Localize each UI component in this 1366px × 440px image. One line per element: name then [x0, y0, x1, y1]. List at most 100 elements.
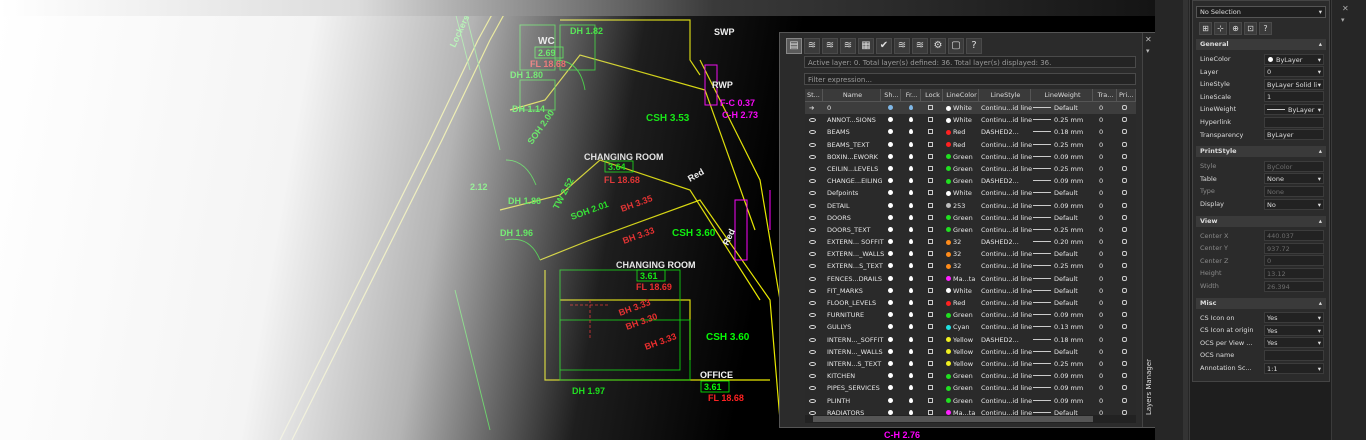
- layer-freeze-toggle[interactable]: [901, 248, 921, 260]
- selection-dropdown[interactable]: No Selection ▾: [1196, 6, 1326, 18]
- layer-print-toggle[interactable]: [1117, 248, 1136, 260]
- layer-status[interactable]: [805, 407, 823, 415]
- layer-row[interactable]: CHANGE...EILING Green DASHED2... 0.09 mm 0: [805, 175, 1136, 187]
- toggle-pickadd-icon[interactable]: ⊕: [1229, 22, 1242, 35]
- layer-status[interactable]: [805, 346, 823, 358]
- layer-name[interactable]: INTERN..._SOFFIT: [823, 334, 885, 346]
- layer-color[interactable]: Green: [943, 309, 979, 321]
- layer-name[interactable]: Defpoints: [823, 187, 885, 199]
- layer-lock-toggle[interactable]: [921, 358, 943, 370]
- layer-lineweight[interactable]: 0.25 mm: [1031, 358, 1093, 370]
- layer-linestyle[interactable]: DASHED2...: [979, 236, 1033, 248]
- layers-manager-icon[interactable]: ▤: [786, 38, 802, 54]
- layer-linestyle[interactable]: Continu...id line: [979, 273, 1033, 285]
- layer-name[interactable]: FLOOR_LEVELS: [823, 297, 885, 309]
- layer-lock-toggle[interactable]: [921, 346, 943, 358]
- layer-on-toggle[interactable]: [881, 382, 901, 394]
- property-value[interactable]: ByLayer ▾: [1264, 103, 1324, 115]
- layer-print-toggle[interactable]: [1117, 139, 1136, 151]
- property-value[interactable]: ByLayer: [1264, 129, 1324, 141]
- layer-lock-toggle[interactable]: [921, 102, 943, 114]
- layer-status[interactable]: ➔: [805, 102, 823, 114]
- layer-status[interactable]: [805, 273, 823, 285]
- layer-status[interactable]: [805, 175, 823, 187]
- layer-print-toggle[interactable]: [1117, 212, 1136, 224]
- layer-name[interactable]: FURNITURE: [823, 309, 885, 321]
- layer-freeze-toggle[interactable]: [901, 309, 921, 321]
- select-similar-icon[interactable]: ⊡: [1244, 22, 1257, 35]
- layer-name[interactable]: PLINTH: [823, 395, 885, 407]
- set-current-icon[interactable]: ✔: [876, 38, 892, 54]
- layer-linestyle[interactable]: Continu...id line: [979, 212, 1033, 224]
- layer-row[interactable]: EXTERN... SOFFIT 32 DASHED2... 0.20 mm 0: [805, 236, 1136, 248]
- layer-lineweight[interactable]: 0.13 mm: [1031, 321, 1093, 333]
- section-general[interactable]: General ▴: [1196, 39, 1326, 50]
- layer-lineweight[interactable]: Default: [1031, 102, 1093, 114]
- layer-lock-toggle[interactable]: [921, 200, 943, 212]
- layer-on-toggle[interactable]: [881, 285, 901, 297]
- layer-color[interactable]: Green: [943, 224, 979, 236]
- layer-linestyle[interactable]: Continu...id line: [979, 163, 1033, 175]
- layer-row[interactable]: KITCHEN Green Continu...id line 0.09 mm 0: [805, 370, 1136, 382]
- layer-status[interactable]: [805, 297, 823, 309]
- layer-status[interactable]: [805, 370, 823, 382]
- layer-color[interactable]: Green: [943, 151, 979, 163]
- layer-freeze-toggle[interactable]: [901, 297, 921, 309]
- select-objects-icon[interactable]: ⊞: [1199, 22, 1212, 35]
- layer-print-toggle[interactable]: [1117, 224, 1136, 236]
- layer-status[interactable]: [805, 114, 823, 126]
- layer-color[interactable]: Ma...ta: [943, 407, 979, 415]
- layer-freeze-toggle[interactable]: [901, 407, 921, 415]
- layer-name[interactable]: BEAMS_TEXT: [823, 139, 885, 151]
- layer-row[interactable]: INTERN...S_TEXT Yellow Continu...id line 0.…: [805, 358, 1136, 370]
- layer-linestyle[interactable]: Continu...id line: [979, 407, 1033, 415]
- layer-color[interactable]: 32: [943, 236, 979, 248]
- layer-name[interactable]: DOORS_TEXT: [823, 224, 885, 236]
- section-misc[interactable]: Misc ▴: [1196, 297, 1326, 309]
- layer-lock-toggle[interactable]: [921, 175, 943, 187]
- layer-status[interactable]: [805, 285, 823, 297]
- layer-on-toggle[interactable]: [881, 407, 901, 415]
- layer-linestyle[interactable]: Continu...id line: [979, 285, 1033, 297]
- layer-freeze-toggle[interactable]: [901, 285, 921, 297]
- layer-row[interactable]: DETAIL 253 Continu...id line 0.09 mm 0: [805, 200, 1136, 212]
- layer-color[interactable]: Green: [943, 212, 979, 224]
- layer-linestyle[interactable]: Continu...id line: [979, 370, 1033, 382]
- layer-color[interactable]: Green: [943, 370, 979, 382]
- column-header[interactable]: Lock: [921, 89, 943, 101]
- layer-freeze-toggle[interactable]: [901, 151, 921, 163]
- layer-freeze-toggle[interactable]: [901, 395, 921, 407]
- layer-lock-toggle[interactable]: [921, 407, 943, 415]
- layer-color[interactable]: 253: [943, 200, 979, 212]
- collapse-icon[interactable]: ▴: [1319, 146, 1322, 157]
- layer-row[interactable]: PLINTH Green Continu...id line 0.09 mm 0: [805, 395, 1136, 407]
- layer-name[interactable]: INTERN..._WALLS: [823, 346, 885, 358]
- layer-on-toggle[interactable]: [881, 248, 901, 260]
- layer-linestyle[interactable]: Continu...id line: [979, 200, 1033, 212]
- layer-on-toggle[interactable]: [881, 321, 901, 333]
- layer-lineweight[interactable]: Default: [1031, 248, 1093, 260]
- layer-status[interactable]: [805, 236, 823, 248]
- layer-status[interactable]: [805, 224, 823, 236]
- layer-linestyle[interactable]: Continu...id line: [979, 187, 1033, 199]
- layer-lineweight[interactable]: 0.09 mm: [1031, 175, 1093, 187]
- layer-row[interactable]: INTERN..._WALLS Yellow Continu...id line De…: [805, 346, 1136, 358]
- layer-linestyle[interactable]: DASHED2...: [979, 126, 1033, 138]
- layer-status[interactable]: [805, 126, 823, 138]
- layer-row[interactable]: EXTERN...S_TEXT 32 Continu...id line 0.25 m…: [805, 260, 1136, 272]
- property-value[interactable]: 0 ▾: [1264, 66, 1324, 78]
- layer-color[interactable]: Red: [943, 139, 979, 151]
- layer-on-toggle[interactable]: [881, 126, 901, 138]
- layer-on-toggle[interactable]: [881, 370, 901, 382]
- layer-on-toggle[interactable]: [881, 151, 901, 163]
- layer-row[interactable]: FIT_MARKS White Continu...id line Default 0: [805, 285, 1136, 297]
- layer-lineweight[interactable]: 0.09 mm: [1031, 151, 1093, 163]
- pin-icon[interactable]: ▾: [1146, 47, 1150, 55]
- new-layer-icon[interactable]: ≋: [804, 38, 820, 54]
- layer-linestyle[interactable]: Continu...id line: [979, 395, 1033, 407]
- layer-on-toggle[interactable]: [881, 187, 901, 199]
- layer-lineweight[interactable]: Default: [1031, 212, 1093, 224]
- layer-linestyle[interactable]: DASHED2...: [979, 175, 1033, 187]
- property-value[interactable]: ByLayer ▾: [1264, 53, 1324, 65]
- layer-freeze-toggle[interactable]: [901, 114, 921, 126]
